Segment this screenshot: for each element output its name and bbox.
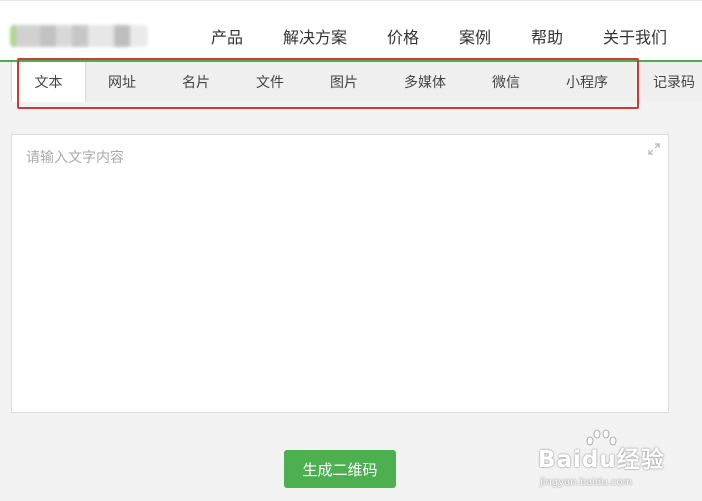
nav-item-cases[interactable]: 案例 xyxy=(459,24,491,48)
baidu-jingyan-watermark: Baidu经验 jingyan.baidu.com xyxy=(538,427,698,497)
text-content-editor xyxy=(11,134,669,413)
tab-multimedia[interactable]: 多媒体 xyxy=(396,62,454,102)
tab-business-card[interactable]: 名片 xyxy=(170,62,222,102)
generate-qr-button[interactable]: 生成二维码 xyxy=(284,450,396,488)
nav-item-pricing[interactable]: 价格 xyxy=(387,24,419,48)
expand-icon[interactable] xyxy=(648,143,660,155)
watermark-text: Baidu经验 xyxy=(538,447,665,473)
tab-record-code[interactable]: 记录码 xyxy=(646,62,702,102)
text-content-input[interactable] xyxy=(12,135,668,412)
nav-item-about[interactable]: 关于我们 xyxy=(603,24,667,48)
tab-image[interactable]: 图片 xyxy=(318,62,370,102)
main-nav: 产品 解决方案 价格 案例 帮助 关于我们 xyxy=(0,24,702,48)
tab-text[interactable]: 文本 xyxy=(11,62,86,102)
tab-wechat[interactable]: 微信 xyxy=(480,62,532,102)
nav-item-help[interactable]: 帮助 xyxy=(531,24,563,48)
watermark-url: jingyan.baidu.com xyxy=(540,477,633,488)
tab-url[interactable]: 网址 xyxy=(96,62,148,102)
tab-mini-program[interactable]: 小程序 xyxy=(556,62,618,102)
nav-item-solutions[interactable]: 解决方案 xyxy=(283,24,347,48)
nav-item-products[interactable]: 产品 xyxy=(211,24,243,48)
top-navigation-bar: 产品 解决方案 价格 案例 帮助 关于我们 xyxy=(0,0,702,62)
paw-icon xyxy=(586,429,617,446)
content-type-tabs: 文本 网址 名片 文件 图片 多媒体 微信 小程序 记录码 xyxy=(10,62,702,102)
tab-file[interactable]: 文件 xyxy=(244,62,296,102)
